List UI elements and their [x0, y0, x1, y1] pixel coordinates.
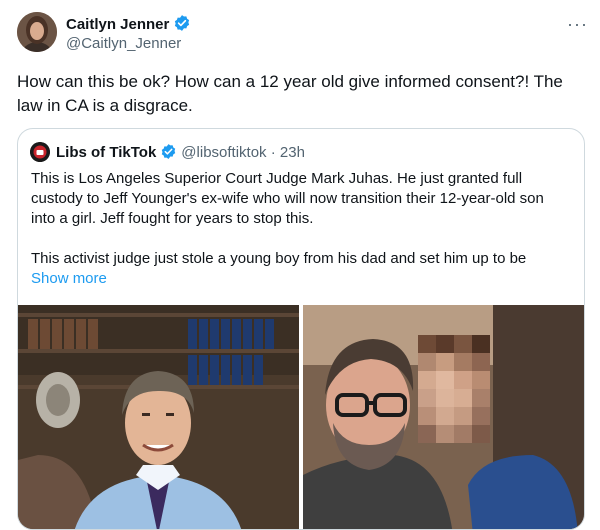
quoted-timestamp[interactable]: 23h [280, 144, 305, 161]
quoted-tweet-text: This is Los Angeles Superior Court Judge… [31, 169, 571, 289]
quoted-verified-badge-icon [160, 143, 177, 164]
author-handle[interactable]: @Caitlyn_Jenner [66, 35, 181, 52]
photo-judge[interactable] [18, 305, 299, 529]
verified-badge-icon [173, 14, 191, 36]
more-options-icon[interactable]: ··· [567, 14, 588, 35]
quoted-tweet[interactable]: Libs of TikTok @libsoftiktok · 23h This … [17, 128, 585, 530]
show-more-link[interactable]: Show more [31, 269, 571, 289]
quoted-avatar[interactable] [30, 142, 50, 162]
author-name[interactable]: Caitlyn Jenner [66, 16, 169, 33]
photo-father-son[interactable] [303, 305, 584, 529]
quoted-author-name[interactable]: Libs of TikTok [56, 144, 156, 161]
quoted-separator: · [266, 144, 280, 161]
quoted-author-handle[interactable]: @libsoftiktok [181, 144, 266, 161]
author-name-row[interactable]: Caitlyn Jenner [66, 14, 191, 36]
quoted-paragraph-1: This is Los Angeles Superior Court Judge… [31, 170, 544, 227]
quoted-tweet-header: Libs of TikTok @libsoftiktok · 23h [30, 142, 305, 164]
quoted-media [18, 305, 584, 529]
quoted-paragraph-2: This activist judge just stole a young b… [31, 250, 527, 267]
tweet-text: How can this be ok? How can a 12 year ol… [17, 72, 563, 115]
author-avatar[interactable] [17, 12, 57, 52]
